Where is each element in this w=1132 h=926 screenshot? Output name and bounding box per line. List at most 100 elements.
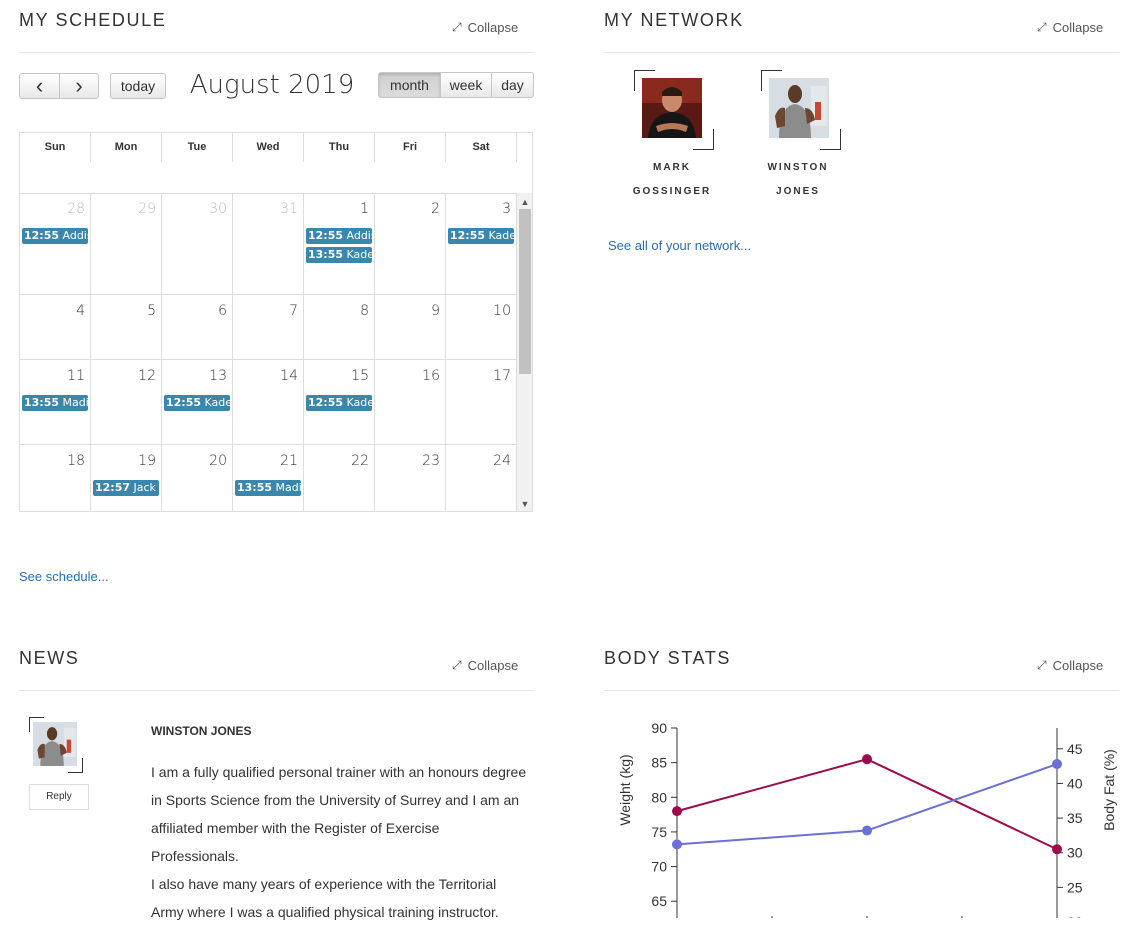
calendar-event[interactable]: 12:55 Kade [448, 228, 514, 244]
y2-tick-label: 30 [1067, 845, 1083, 861]
day-cell[interactable]: 18 [20, 445, 91, 511]
divider [604, 52, 1119, 53]
calendar-event[interactable]: 12:55 Kade [164, 395, 230, 411]
event-time: 12:55 [166, 396, 202, 409]
day-cell[interactable]: 10 [446, 295, 517, 360]
day-number: 16 [422, 368, 440, 384]
news-collapse-button[interactable]: ⤢ Collapse [452, 658, 518, 673]
day-number: 18 [67, 453, 85, 469]
calendar-event[interactable]: 12:55 Addis [306, 228, 372, 244]
day-number: 10 [493, 303, 511, 319]
collapse-label: Collapse [467, 20, 519, 35]
calendar-event[interactable]: 13:55 Madi [235, 480, 301, 496]
view-month-button[interactable]: month [378, 72, 441, 98]
network-panel: MY NETWORK ⤢ Collapse [604, 0, 1119, 300]
weekday-wed: Wed [233, 133, 304, 162]
calendar-scrollbar[interactable]: ▲ ▼ [517, 193, 532, 511]
expand-arrows-icon: ⤢ [452, 658, 462, 672]
day-number: 12 [138, 368, 156, 384]
event-title: Jack S [133, 481, 159, 494]
view-week-button[interactable]: week [440, 72, 492, 98]
news-author-avatar[interactable] [29, 717, 83, 773]
y2-tick-label: 35 [1067, 810, 1083, 826]
day-number: 5 [147, 303, 156, 319]
event-time: 13:55 [308, 248, 344, 261]
day-cell[interactable]: 28 12:55 Addis [20, 193, 91, 295]
day-cell[interactable]: 24 [446, 445, 517, 511]
chevron-right-icon: › [75, 73, 83, 98]
day-number: 3 [502, 201, 511, 217]
avatar [769, 78, 829, 138]
network-person-winston[interactable] [761, 70, 841, 150]
day-cell[interactable]: 6 [162, 295, 233, 360]
day-cell[interactable]: 23 [375, 445, 446, 511]
day-cell[interactable]: 14 [233, 360, 304, 445]
day-number: 7 [289, 303, 298, 319]
day-cell[interactable]: 4 [20, 295, 91, 360]
day-cell[interactable]: 1 12:55 Addis 13:55 Kade [304, 193, 375, 295]
day-cell[interactable]: 16 [375, 360, 446, 445]
see-network-link[interactable]: See all of your network... [608, 238, 751, 253]
day-cell[interactable]: 5 [91, 295, 162, 360]
today-button[interactable]: today [110, 73, 166, 99]
avatar [33, 722, 77, 766]
day-cell[interactable]: 2 [375, 193, 446, 295]
schedule-title: MY SCHEDULE [19, 10, 167, 30]
network-collapse-button[interactable]: ⤢ Collapse [1037, 20, 1103, 35]
news-body: I am a fully qualified personal trainer … [151, 758, 531, 926]
weekday-tue: Tue [162, 133, 233, 162]
y-tick-label: 85 [651, 755, 667, 771]
prev-month-button[interactable]: ‹ [19, 73, 60, 99]
divider [19, 690, 534, 691]
day-cell[interactable]: 17 [446, 360, 517, 445]
network-person-name[interactable]: MARK GOSSINGER [612, 156, 732, 204]
event-time: 12:55 [308, 396, 344, 409]
next-month-button[interactable]: › [59, 73, 99, 99]
news-paragraph: I am a fully qualified personal trainer … [151, 764, 527, 864]
day-cell[interactable]: 13 12:55 Kade [162, 360, 233, 445]
body-stats-panel: BODY STATS ⤢ Collapse [604, 638, 1119, 698]
last-name: GOSSINGER [632, 186, 712, 197]
series-1-point [672, 806, 682, 817]
news-author-name: WINSTON JONES [151, 724, 252, 738]
network-person-mark[interactable] [634, 70, 714, 150]
day-cell[interactable]: 3 12:55 Kade [446, 193, 517, 295]
calendar-event[interactable]: 12:55 Kade [306, 395, 372, 411]
day-cell[interactable]: 29 [91, 193, 162, 295]
y2-tick-label: 45 [1067, 741, 1083, 757]
y-tick-label: 90 [651, 720, 667, 736]
day-cell[interactable]: 15 12:55 Kade [304, 360, 375, 445]
see-schedule-link[interactable]: See schedule... [19, 569, 109, 584]
day-cell[interactable]: 19 12:57 Jack S [91, 445, 162, 511]
scrollbar-thumb[interactable] [519, 209, 531, 374]
network-person-name[interactable]: WINSTON JONES [738, 156, 858, 204]
body-stats-collapse-button[interactable]: ⤢ Collapse [1037, 658, 1103, 673]
series-1-point [1052, 844, 1062, 855]
scroll-up-icon[interactable]: ▲ [517, 195, 532, 209]
day-cell[interactable]: 8 [304, 295, 375, 360]
day-cell[interactable]: 11 13:55 Madi [20, 360, 91, 445]
day-cell[interactable]: 30 [162, 193, 233, 295]
event-title: Madi [275, 481, 301, 494]
scroll-down-icon[interactable]: ▼ [517, 497, 532, 511]
day-cell[interactable]: 20 [162, 445, 233, 511]
day-cell[interactable]: 21 13:55 Madi [233, 445, 304, 511]
view-day-button[interactable]: day [491, 72, 534, 98]
calendar-event[interactable]: 13:55 Madi [22, 395, 88, 411]
calendar-event[interactable]: 12:57 Jack S [93, 480, 159, 496]
day-cell[interactable]: 31 [233, 193, 304, 295]
calendar-header: Sun Mon Tue Wed Thu Fri Sat [20, 133, 517, 194]
calendar-event[interactable]: 12:55 Addis [22, 228, 88, 244]
day-cell[interactable]: 9 [375, 295, 446, 360]
day-cell[interactable]: 22 [304, 445, 375, 511]
day-cell[interactable]: 7 [233, 295, 304, 360]
day-cell[interactable]: 12 [91, 360, 162, 445]
last-name: JONES [776, 186, 820, 197]
day-number: 17 [493, 368, 511, 384]
calendar-event[interactable]: 13:55 Kade [306, 247, 372, 263]
event-title: Kade [346, 396, 372, 409]
schedule-collapse-button[interactable]: ⤢ Collapse [452, 20, 518, 35]
network-title: MY NETWORK [604, 10, 744, 30]
first-name: WINSTON [767, 162, 829, 173]
reply-button[interactable]: Reply [29, 784, 89, 810]
